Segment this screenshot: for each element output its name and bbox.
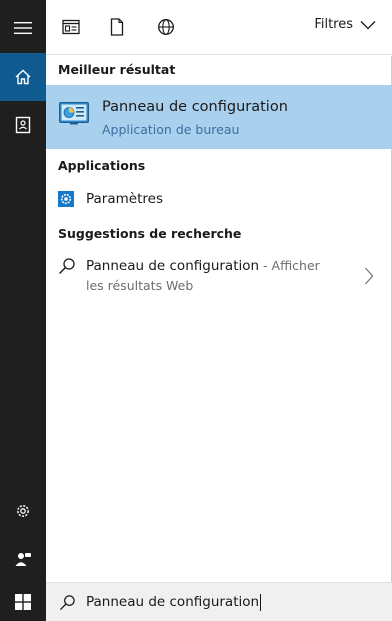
gear-icon (58, 191, 74, 207)
web-filter-button[interactable] (155, 16, 177, 38)
chevron-down-icon (360, 20, 376, 29)
search-results-panel: Meilleur résultat Panneau de configurati… (46, 56, 392, 582)
apps-filter-button[interactable] (60, 16, 82, 38)
notebook-button[interactable] (0, 101, 46, 149)
app-item-settings[interactable]: Paramètres (46, 187, 392, 213)
documents-filter-button[interactable] (106, 16, 128, 38)
globe-icon (158, 19, 174, 35)
home-icon (15, 69, 31, 85)
notebook-icon (15, 116, 31, 134)
search-input[interactable] (86, 592, 376, 612)
menu-button[interactable] (0, 4, 46, 52)
app-window-icon (62, 19, 80, 35)
windows-logo-icon (15, 593, 31, 610)
gear-icon (17, 505, 29, 517)
filters-dropdown[interactable]: Filtres (314, 17, 376, 32)
document-icon (110, 18, 124, 36)
best-match-subtitle: Application de bureau (102, 122, 240, 137)
chevron-right-icon[interactable] (364, 267, 374, 285)
app-item-label: Paramètres (86, 191, 163, 207)
left-rail (0, 0, 46, 621)
control-panel-icon (59, 102, 89, 125)
hamburger-icon (14, 22, 32, 34)
settings-button[interactable] (0, 487, 46, 535)
apps-heading: Applications (58, 158, 146, 173)
home-button[interactable] (0, 53, 46, 101)
suggestion-item[interactable]: Panneau de configuration - Afficher les … (46, 253, 392, 301)
start-button[interactable] (0, 582, 46, 621)
text-caret (260, 594, 261, 611)
suggestion-query: Panneau de configuration (86, 258, 260, 274)
suggestion-text: Panneau de configuration - Afficher les … (86, 256, 336, 296)
best-match-heading: Meilleur résultat (58, 62, 176, 77)
search-icon (59, 258, 75, 274)
feedback-icon (15, 553, 31, 566)
search-icon (59, 595, 75, 611)
best-match-title: Panneau de configuration (102, 99, 288, 115)
feedback-button[interactable] (0, 535, 46, 583)
filters-label: Filtres (314, 17, 353, 32)
search-box[interactable] (46, 582, 392, 621)
best-match-item[interactable]: Panneau de configuration Application de … (46, 85, 392, 149)
suggestions-heading: Suggestions de recherche (58, 226, 242, 241)
filter-toolbar: Filtres (46, 0, 392, 55)
